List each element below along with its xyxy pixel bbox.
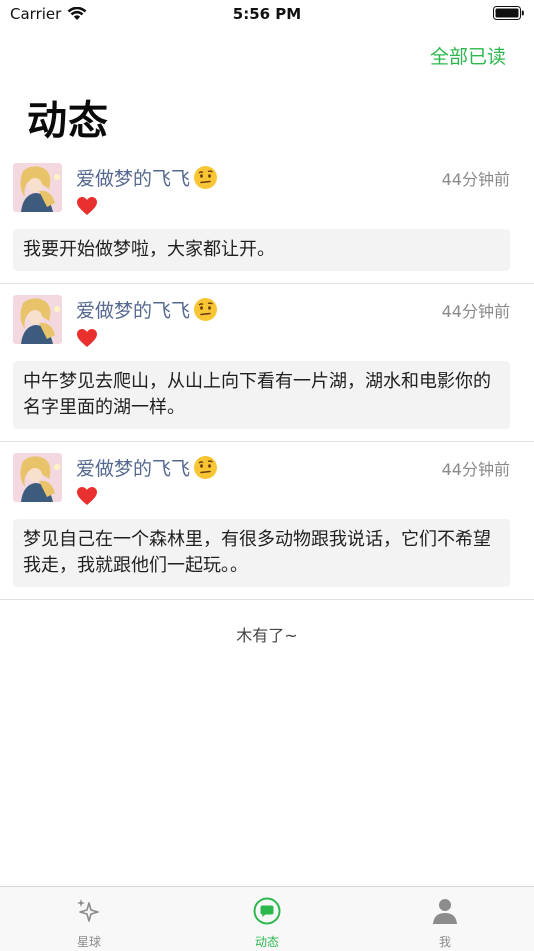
feed-item[interactable]: 爱做梦的飞飞 44分钟前 梦见自己在一个森林里，有很多动物跟我说话，它们不希望我…	[0, 442, 534, 600]
username[interactable]: 爱做梦的飞飞	[76, 164, 218, 191]
post-content: 中午梦见去爬山，从山上向下看有一片湖，湖水和电影你的名字里面的湖一样。	[13, 361, 510, 429]
person-icon	[433, 899, 457, 924]
avatar[interactable]	[13, 453, 62, 502]
timestamp: 44分钟前	[441, 460, 510, 479]
post-content: 梦见自己在一个森林里，有很多动物跟我说话，它们不希望我走，我就跟他们一起玩。。	[13, 519, 510, 587]
tab-feed[interactable]: 动态	[178, 887, 356, 951]
heart-icon[interactable]	[76, 486, 98, 506]
avatar[interactable]	[13, 163, 62, 212]
tab-label: 星球	[76, 935, 101, 949]
raised-eyebrow-emoji-icon	[194, 456, 218, 479]
feed-item[interactable]: 爱做梦的飞飞 44分钟前 中午梦见去爬山，从山上向下看有一片湖，湖水和电影你的名…	[0, 284, 534, 442]
page-title: 动态	[27, 98, 109, 144]
heart-icon[interactable]	[76, 196, 98, 216]
mark-all-read-button[interactable]: 全部已读	[430, 42, 506, 69]
end-of-list-text: 木有了~	[236, 626, 298, 645]
status-bar: Carrier 5:56 PM	[0, 0, 534, 28]
post-content: 我要开始做梦啦，大家都让开。	[13, 229, 510, 271]
username[interactable]: 爱做梦的飞飞	[76, 454, 218, 481]
username-label: 爱做梦的飞飞	[76, 458, 191, 480]
feed-item[interactable]: 爱做梦的飞飞 44分钟前 我要开始做梦啦，大家都让开。	[0, 152, 534, 284]
timestamp: 44分钟前	[441, 170, 510, 189]
status-time: 5:56 PM	[232, 5, 302, 23]
battery-icon	[493, 6, 524, 20]
tab-label: 我	[438, 935, 451, 949]
heart-icon[interactable]	[76, 328, 98, 348]
chat-bubble-icon	[253, 897, 281, 925]
username-label: 爱做梦的飞飞	[76, 300, 191, 322]
sparkles-icon	[77, 899, 99, 922]
tab-planet[interactable]: 星球	[0, 887, 178, 951]
tab-bar: 星球 动态 我	[0, 886, 534, 951]
raised-eyebrow-emoji-icon	[194, 298, 218, 321]
timestamp: 44分钟前	[441, 302, 510, 321]
feed-list: 爱做梦的飞飞 44分钟前 我要开始做梦啦，大家都让开。 爱做梦的飞飞 44分钟前…	[0, 152, 534, 600]
username[interactable]: 爱做梦的飞飞	[76, 296, 218, 323]
username-label: 爱做梦的飞飞	[76, 168, 191, 190]
tab-me[interactable]: 我	[356, 887, 534, 951]
tab-label: 动态	[254, 935, 279, 949]
avatar[interactable]	[13, 295, 62, 344]
raised-eyebrow-emoji-icon	[194, 166, 218, 189]
